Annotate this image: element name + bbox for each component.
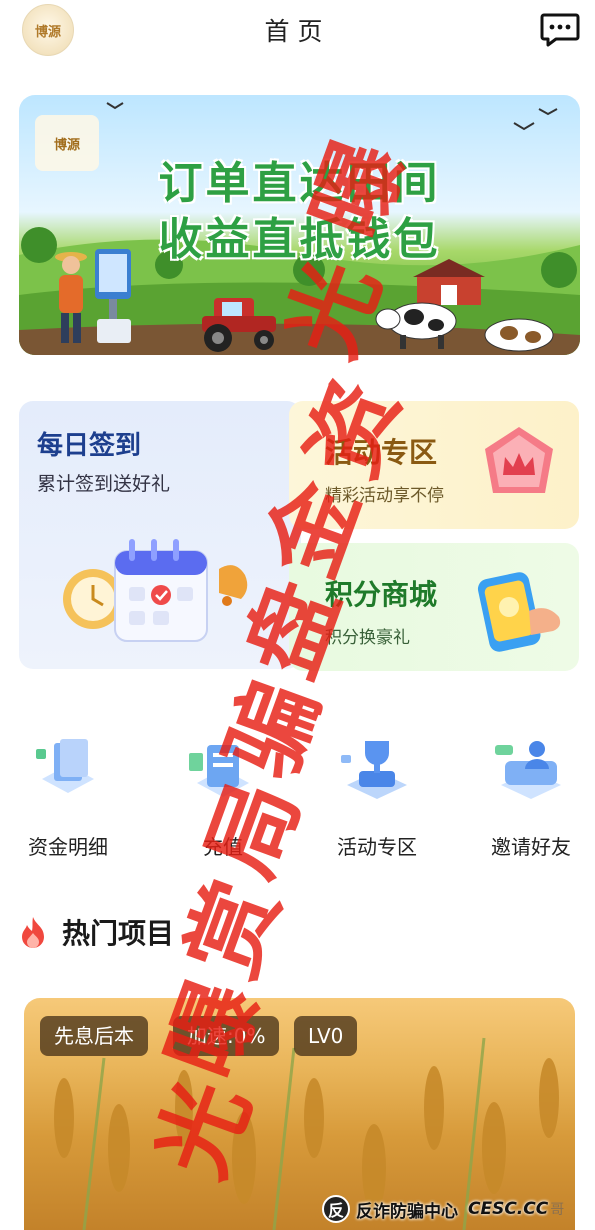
- mall-card-subtitle: 积分换豪礼: [325, 628, 410, 648]
- anti-fraud-watermark: 反 反诈防骗中心 CESC.CC 哥: [322, 1194, 582, 1224]
- watermark-tail: 哥: [550, 1202, 565, 1218]
- kiosk-illustration: [95, 249, 131, 343]
- calendar-alarm-icon: [63, 539, 248, 642]
- crown-badge-icon: [485, 427, 553, 493]
- quick-link-label: 充值: [203, 835, 243, 859]
- daily-signin-card[interactable]: 每日签到 累计签到送好礼: [19, 401, 301, 669]
- quick-link-label: 邀请好友: [491, 835, 571, 859]
- watermark-text: 反诈防骗中心: [356, 1201, 458, 1222]
- fund-details-icon: [36, 739, 94, 793]
- trophy-icon: [341, 741, 407, 799]
- activity-card-title: 活动专区: [325, 436, 438, 469]
- quick-link-label: 资金明细: [28, 835, 108, 859]
- quick-link-fund-details[interactable]: 资金明细: [8, 735, 128, 865]
- quick-link-invite[interactable]: 邀请好友: [471, 735, 591, 865]
- fire-icon: [22, 917, 44, 948]
- quick-link-recharge[interactable]: 充值: [163, 735, 283, 865]
- invite-friends-icon: [495, 741, 561, 799]
- quick-link-activity[interactable]: 活动专区: [317, 735, 437, 865]
- project-tag: 加速:0%: [173, 1016, 280, 1056]
- anti-fraud-logo-icon: 反: [322, 1195, 350, 1223]
- signin-subtitle: 累计签到送好礼: [37, 473, 171, 495]
- promo-banner[interactable]: 博源 订单直达田间 收益直抵钱包: [19, 95, 580, 355]
- activity-zone-card[interactable]: 活动专区 精彩活动享不停: [289, 401, 579, 529]
- chat-bubble-icon[interactable]: [540, 11, 580, 47]
- banner-headline-1: 订单直达田间: [158, 158, 441, 209]
- app-header: 博源 首页: [0, 0, 595, 60]
- page-title: 首页: [264, 17, 331, 46]
- activity-card-subtitle: 精彩活动享不停: [325, 486, 444, 506]
- phone-gift-icon: [477, 572, 561, 652]
- recharge-icon: [189, 745, 249, 797]
- project-tag: 先息后本: [40, 1016, 148, 1056]
- watermark-site: CESC.CC: [468, 1199, 549, 1219]
- mall-card-title: 积分商城: [325, 578, 438, 611]
- cow-illustration: [375, 302, 457, 349]
- cow-illustration-2: [484, 318, 554, 352]
- hot-projects-header: 热门项目: [18, 912, 174, 952]
- project-tag: LV0: [294, 1016, 358, 1056]
- signin-title: 每日签到: [37, 431, 142, 461]
- section-title: 热门项目: [62, 917, 175, 950]
- tractor-illustration: [202, 298, 276, 352]
- quick-link-label: 活动专区: [337, 835, 417, 859]
- points-mall-card[interactable]: 积分商城 积分换豪礼: [289, 543, 579, 671]
